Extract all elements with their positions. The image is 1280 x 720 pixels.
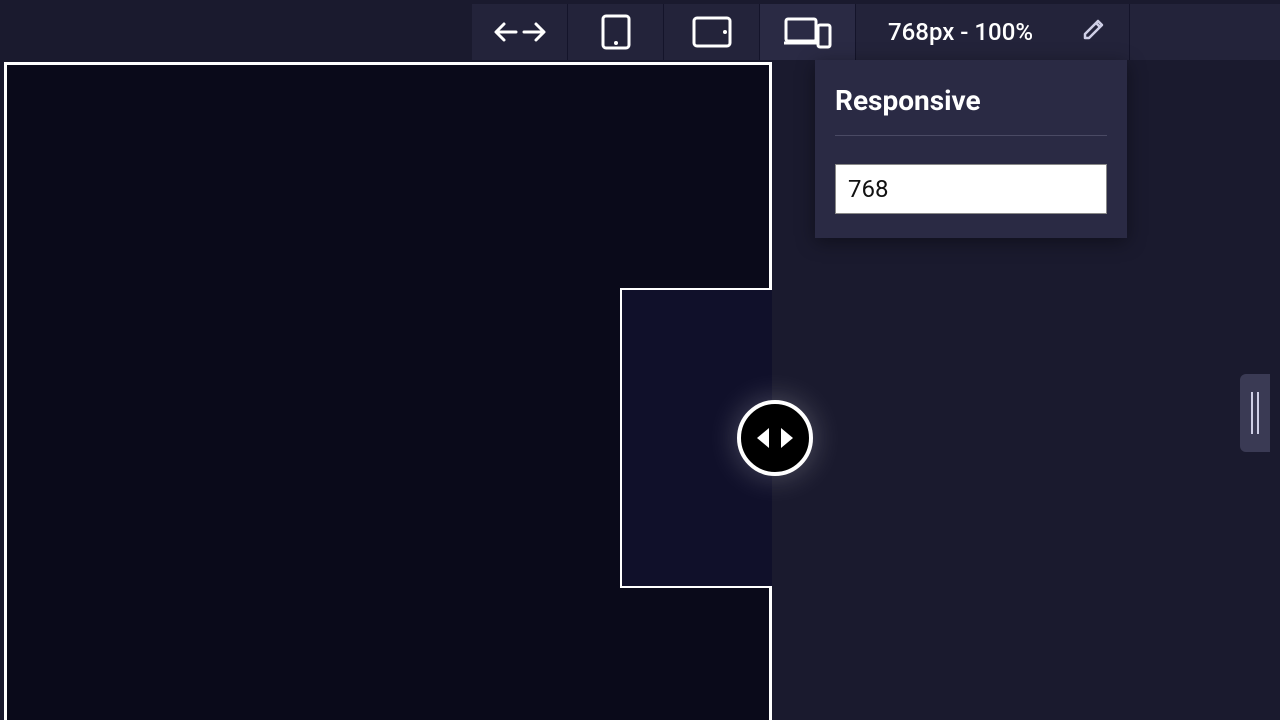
- device-responsive-button[interactable]: [760, 4, 856, 60]
- side-panel-toggle[interactable]: [1240, 374, 1270, 452]
- tablet-landscape-icon: [692, 16, 732, 48]
- edit-size-button[interactable]: [1081, 16, 1107, 48]
- responsive-popover: Responsive: [815, 60, 1127, 238]
- device-tablet-button[interactable]: [664, 4, 760, 60]
- device-phone-button[interactable]: [568, 4, 664, 60]
- responsive-devices-icon: [784, 15, 832, 49]
- tablet-portrait-icon: [601, 14, 631, 50]
- toolbar-tail: [1130, 4, 1280, 60]
- toolbar: 768px - 100%: [0, 4, 1280, 60]
- popover-title: Responsive: [835, 76, 1107, 135]
- resize-horizontal-icon: [753, 423, 797, 453]
- resize-handle[interactable]: [737, 400, 813, 476]
- back-forward-arrows-icon: [492, 18, 548, 46]
- app-root: 768px - 100%: [0, 0, 1280, 720]
- viewport-size-readout: 768px - 100%: [856, 4, 1130, 60]
- toolbar-spacer: [0, 4, 472, 60]
- toolbar-group: 768px - 100%: [472, 4, 1280, 60]
- popover-divider: [835, 135, 1107, 136]
- nav-history-button[interactable]: [472, 4, 568, 60]
- pencil-icon: [1081, 16, 1107, 48]
- viewport-size-label: 768px - 100%: [888, 18, 1033, 46]
- drag-handle-icon: [1251, 392, 1259, 434]
- width-input[interactable]: [835, 164, 1107, 214]
